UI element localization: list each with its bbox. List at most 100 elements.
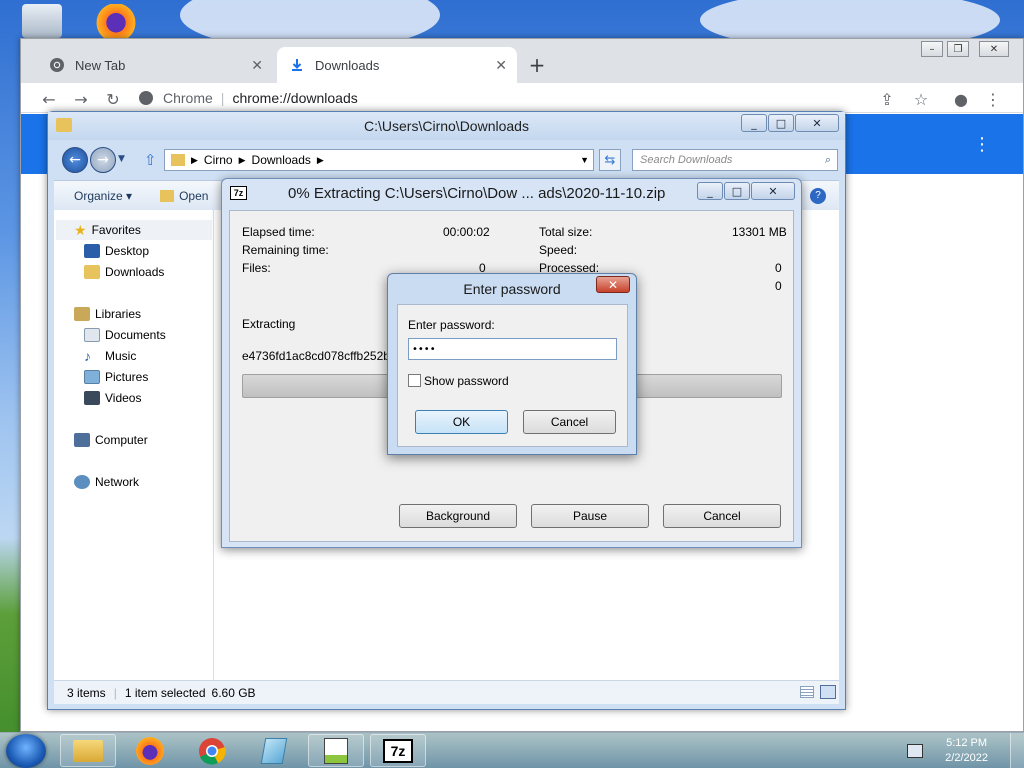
reload-icon[interactable]: ↻: [103, 89, 123, 109]
back-icon[interactable]: ←: [39, 89, 59, 109]
details-view-icon[interactable]: [800, 686, 814, 698]
explorer-taskbar-item[interactable]: [60, 734, 116, 767]
network-tray-icon[interactable]: [907, 744, 924, 758]
firefox-icon[interactable]: [96, 4, 136, 38]
cancel-button[interactable]: Cancel: [663, 504, 781, 528]
close-icon[interactable]: ✕: [251, 57, 263, 74]
chrome-icon: [199, 737, 226, 765]
computer-icon: [74, 433, 90, 447]
current-file: e4736fd1ac8cd078cffb252bea: [242, 349, 404, 363]
star-icon[interactable]: ☆: [911, 89, 931, 109]
7zip-icon: 7z: [230, 186, 247, 200]
share-icon[interactable]: ⇪: [877, 89, 897, 109]
nav-pictures[interactable]: Pictures: [84, 368, 148, 386]
maximize-button[interactable]: □: [768, 114, 794, 132]
forward-icon[interactable]: →: [90, 147, 116, 173]
close-button[interactable]: ✕: [795, 114, 839, 132]
notepad-taskbar-item[interactable]: [246, 734, 302, 767]
firefox-icon: [136, 736, 164, 765]
minimize-button[interactable]: _: [741, 114, 767, 132]
preview-view-icon[interactable]: [820, 685, 836, 699]
cancel-button[interactable]: Cancel: [523, 410, 616, 434]
breadcrumb-cirno[interactable]: Cirno: [204, 153, 233, 167]
files-label: Files:: [242, 261, 271, 275]
extra-value: 0: [775, 279, 782, 293]
documents-icon: [84, 328, 100, 342]
address-dropdown-icon[interactable]: ▼: [580, 155, 589, 165]
show-password-checkbox[interactable]: [408, 374, 421, 387]
nav-label: Desktop: [105, 244, 150, 258]
history-dropdown-icon[interactable]: ▼: [118, 154, 125, 164]
notepadpp-taskbar-item[interactable]: [308, 734, 364, 767]
selection-size: 6.60 GB: [211, 685, 256, 700]
recycle-bin-icon[interactable]: [22, 4, 62, 38]
close-icon[interactable]: ✕: [495, 57, 507, 74]
help-icon[interactable]: ?: [810, 188, 826, 204]
close-button[interactable]: ✕: [751, 182, 795, 200]
folder-icon: [56, 118, 72, 132]
nav-documents[interactable]: Documents: [84, 326, 166, 344]
minimize-button[interactable]: –: [921, 41, 943, 57]
omnibox-divider: |: [220, 90, 225, 106]
minimize-button[interactable]: _: [697, 182, 723, 200]
show-desktop-button[interactable]: [1010, 733, 1024, 768]
more-icon[interactable]: ⋮: [973, 134, 991, 155]
extracting-label: Extracting: [242, 317, 296, 331]
nav-label: Libraries: [95, 307, 142, 321]
close-button[interactable]: ✕: [979, 41, 1009, 57]
close-button[interactable]: ✕: [596, 276, 630, 293]
address-bar[interactable]: ▶ Cirno ▶ Downloads ▶ ▼: [164, 149, 594, 171]
maximize-button[interactable]: □: [724, 182, 750, 200]
firefox-taskbar-item[interactable]: [122, 734, 178, 767]
omnibox-url: chrome://downloads: [232, 90, 358, 106]
password-input[interactable]: [408, 338, 617, 360]
explorer-navbar: ← → ▼ ⇧ ▶ Cirno ▶ Downloads ▶ ▼ ⇆ Search…: [54, 144, 839, 176]
processed-value: 0: [775, 261, 782, 275]
forward-icon[interactable]: →: [71, 89, 91, 109]
navigation-pane: ★ Favorites Desktop Downloads Libraries …: [54, 210, 214, 680]
ok-button[interactable]: OK: [415, 410, 508, 434]
nav-desktop[interactable]: Desktop: [84, 242, 149, 260]
new-tab-button[interactable]: +: [523, 51, 551, 79]
7zip-icon: 7z: [383, 738, 413, 763]
clock-date: 2/2/2022: [945, 752, 988, 764]
background-button[interactable]: Background: [399, 504, 517, 528]
breadcrumb-downloads[interactable]: Downloads: [252, 153, 311, 167]
7zip-taskbar-item[interactable]: 7z: [370, 734, 426, 767]
omnibox[interactable]: Chrome | chrome://downloads: [139, 85, 869, 111]
omnibox-scheme: Chrome: [163, 90, 213, 106]
organize-button[interactable]: Organize ▾: [74, 189, 132, 203]
back-icon[interactable]: ←: [62, 147, 88, 173]
up-icon[interactable]: ⇧: [144, 151, 157, 169]
explorer-title: C:\Users\Cirno\Downloads: [48, 112, 845, 140]
nav-videos[interactable]: Videos: [84, 389, 141, 407]
elapsed-value: 00:00:02: [443, 225, 490, 239]
chrome-taskbar-item[interactable]: [184, 734, 240, 767]
nav-libraries[interactable]: Libraries: [74, 305, 141, 323]
total-size-value: 13301 MB: [732, 225, 787, 239]
nav-downloads[interactable]: Downloads: [84, 263, 164, 281]
maximize-button[interactable]: ❐: [947, 41, 969, 57]
nav-network[interactable]: Network: [74, 473, 139, 491]
open-label: Open: [179, 188, 209, 203]
refresh-icon[interactable]: ⇆: [599, 149, 621, 171]
tab-downloads[interactable]: Downloads ✕: [277, 47, 517, 83]
nav-label: Computer: [95, 433, 148, 447]
search-icon: ⌕: [824, 153, 831, 166]
menu-icon[interactable]: ⋮: [983, 89, 1003, 109]
nav-label: Music: [105, 349, 137, 363]
pause-button[interactable]: Pause: [531, 504, 649, 528]
item-count: 3 items: [67, 685, 106, 700]
start-button[interactable]: [6, 734, 46, 768]
clock[interactable]: 5:12 PM 2/2/2022: [945, 736, 988, 766]
nav-favorites[interactable]: ★ Favorites: [74, 221, 141, 239]
nav-computer[interactable]: Computer: [74, 431, 148, 449]
organize-label: Organize: [74, 188, 123, 203]
profile-icon[interactable]: ●: [951, 89, 971, 109]
nav-music[interactable]: ♪ Music: [84, 347, 136, 365]
open-button[interactable]: Open: [160, 189, 208, 203]
status-bar: 3 items | 1 item selected 6.60 GB: [54, 680, 839, 704]
search-input[interactable]: Search Downloads ⌕: [632, 149, 838, 171]
download-icon: [289, 57, 305, 73]
tab-new-tab[interactable]: New Tab ✕: [37, 47, 273, 83]
